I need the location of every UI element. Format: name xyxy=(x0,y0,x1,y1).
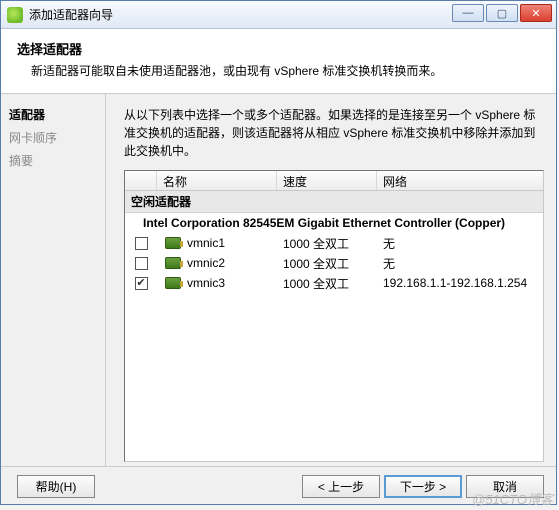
nic-icon xyxy=(165,277,181,289)
wizard-button-bar: 帮助(H) < 上一步 下一步 > 取消 xyxy=(1,466,556,506)
nic-name: vmnic1 xyxy=(187,236,225,250)
row-speed-cell: 1000 全双工 xyxy=(277,255,377,272)
table-row[interactable]: vmnic1 1000 全双工 无 xyxy=(125,233,543,253)
row-name-cell: vmnic2 xyxy=(157,256,277,270)
column-checkbox xyxy=(125,171,157,190)
step-adapter[interactable]: 适配器 xyxy=(9,106,97,123)
row-name-cell: vmnic3 xyxy=(157,276,277,290)
window-title: 添加适配器向导 xyxy=(29,6,113,23)
window-controls: — ▢ ✕ xyxy=(450,4,552,22)
instructions-text: 从以下列表中选择一个或多个适配器。如果选择的是连接至另一个 vSphere 标准… xyxy=(124,106,544,160)
back-button[interactable]: < 上一步 xyxy=(302,475,380,498)
titlebar[interactable]: 添加适配器向导 — ▢ ✕ xyxy=(1,1,556,29)
wizard-header-title: 选择适配器 xyxy=(17,39,540,58)
wizard-header-desc: 新适配器可能取自未使用适配器池，或由现有 vSphere 标准交换机转换而来。 xyxy=(17,62,540,79)
maximize-button[interactable]: ▢ xyxy=(486,4,518,22)
checkbox-vmnic3[interactable] xyxy=(135,277,148,290)
help-button[interactable]: 帮助(H) xyxy=(17,475,95,498)
wizard-steps-sidebar: 适配器 网卡顺序 摘要 xyxy=(1,94,106,466)
row-network-cell: 192.168.1.1-192.168.1.254 xyxy=(377,276,543,290)
wizard-header: 选择适配器 新适配器可能取自未使用适配器池，或由现有 vSphere 标准交换机… xyxy=(1,29,556,94)
row-checkbox-cell xyxy=(125,257,157,270)
row-speed-cell: 1000 全双工 xyxy=(277,275,377,292)
column-network[interactable]: 网络 xyxy=(377,171,543,190)
wizard-window: 添加适配器向导 — ▢ ✕ 选择适配器 新适配器可能取自未使用适配器池，或由现有… xyxy=(0,0,557,505)
column-name[interactable]: 名称 xyxy=(157,171,277,190)
table-row[interactable]: vmnic3 1000 全双工 192.168.1.1-192.168.1.25… xyxy=(125,273,543,293)
wizard-main: 从以下列表中选择一个或多个适配器。如果选择的是连接至另一个 vSphere 标准… xyxy=(106,94,556,466)
app-icon xyxy=(7,7,23,23)
next-button[interactable]: 下一步 > xyxy=(384,475,462,498)
cancel-button[interactable]: 取消 xyxy=(466,475,544,498)
close-button[interactable]: ✕ xyxy=(520,4,552,22)
row-checkbox-cell xyxy=(125,277,157,290)
list-header: 名称 速度 网络 xyxy=(125,171,543,191)
minimize-button[interactable]: — xyxy=(452,4,484,22)
wizard-body: 适配器 网卡顺序 摘要 从以下列表中选择一个或多个适配器。如果选择的是连接至另一… xyxy=(1,94,556,466)
row-name-cell: vmnic1 xyxy=(157,236,277,250)
nic-name: vmnic3 xyxy=(187,276,225,290)
row-checkbox-cell xyxy=(125,237,157,250)
step-summary[interactable]: 摘要 xyxy=(9,152,97,169)
nic-name: vmnic2 xyxy=(187,256,225,270)
row-network-cell: 无 xyxy=(377,255,543,272)
row-network-cell: 无 xyxy=(377,235,543,252)
checkbox-vmnic1[interactable] xyxy=(135,237,148,250)
table-row[interactable]: vmnic2 1000 全双工 无 xyxy=(125,253,543,273)
row-speed-cell: 1000 全双工 xyxy=(277,235,377,252)
adapter-list: 名称 速度 网络 空闲适配器 Intel Corporation 82545EM… xyxy=(124,170,544,462)
step-nic-order[interactable]: 网卡顺序 xyxy=(9,129,97,146)
nic-icon xyxy=(165,257,181,269)
group-idle-adapters: 空闲适配器 xyxy=(125,191,543,213)
checkbox-vmnic2[interactable] xyxy=(135,257,148,270)
nic-icon xyxy=(165,237,181,249)
column-speed[interactable]: 速度 xyxy=(277,171,377,190)
device-label: Intel Corporation 82545EM Gigabit Ethern… xyxy=(125,213,543,233)
